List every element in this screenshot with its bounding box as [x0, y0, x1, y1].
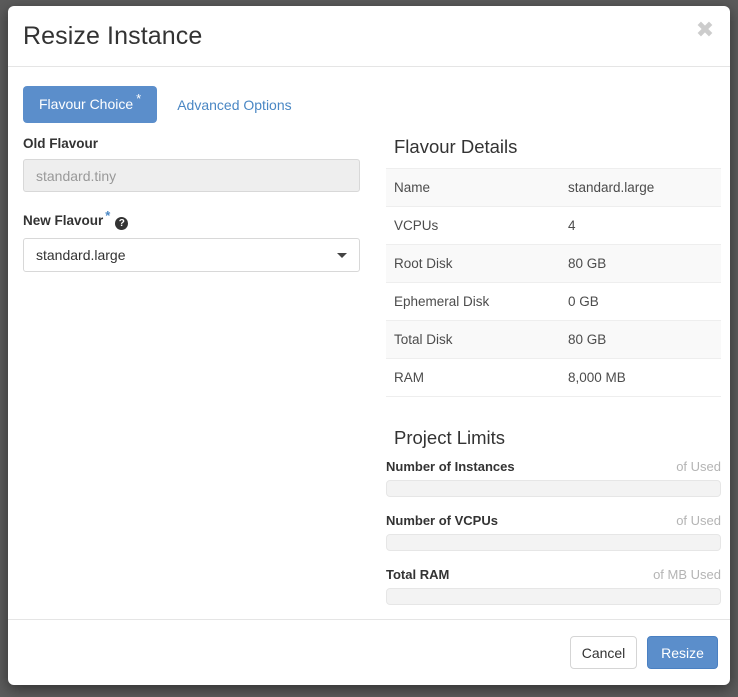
limit-label: Number of Instances [386, 459, 515, 474]
table-row: Total Disk 80 GB [386, 321, 721, 359]
new-flavour-select[interactable]: standard.large [23, 238, 360, 272]
detail-key: Name [386, 169, 568, 207]
detail-value: standard.large [568, 169, 721, 207]
flavour-details-title: Flavour Details [394, 136, 721, 158]
limit-head: Total RAM of MB Used [386, 567, 721, 582]
limit-used-text: of Used [676, 459, 721, 474]
detail-value: 8,000 MB [568, 359, 721, 397]
details-column: Flavour Details Name standard.large VCPU… [386, 136, 721, 621]
tab-bar: Flavour Choice* Advanced Options [23, 86, 306, 123]
table-row: Name standard.large [386, 169, 721, 207]
resize-instance-modal: Resize Instance ✖ Flavour Choice* Advanc… [8, 6, 730, 685]
limit-label: Number of VCPUs [386, 513, 498, 528]
new-flavour-label: New Flavour*? [23, 213, 368, 230]
flavour-details-body: Name standard.large VCPUs 4 Root Disk 80… [386, 169, 721, 397]
limit-used-text: of Used [676, 513, 721, 528]
detail-value: 80 GB [568, 321, 721, 359]
limit-row-vcpus: Number of VCPUs of Used [386, 513, 721, 551]
progress-bar [386, 534, 721, 551]
tab-flavour-choice[interactable]: Flavour Choice* [23, 86, 157, 123]
form-column: Old Flavour New Flavour*? standard.large [23, 136, 368, 293]
table-row: VCPUs 4 [386, 207, 721, 245]
limit-row-instances: Number of Instances of Used [386, 459, 721, 497]
required-marker: * [105, 208, 110, 223]
required-marker: * [136, 91, 141, 106]
cancel-button[interactable]: Cancel [570, 636, 637, 669]
old-flavour-label: Old Flavour [23, 136, 368, 151]
table-row: Ephemeral Disk 0 GB [386, 283, 721, 321]
page-title: Resize Instance [23, 22, 202, 51]
modal-header: Resize Instance ✖ [8, 6, 730, 67]
tab-flavour-choice-label: Flavour Choice [39, 96, 133, 112]
limit-label: Total RAM [386, 567, 449, 582]
progress-bar [386, 480, 721, 497]
tab-advanced-options[interactable]: Advanced Options [163, 87, 305, 123]
detail-value: 4 [568, 207, 721, 245]
detail-key: Ephemeral Disk [386, 283, 568, 321]
new-flavour-label-text: New Flavour [23, 213, 103, 228]
old-flavour-input [23, 159, 360, 192]
limit-used-text: of MB Used [653, 567, 721, 582]
new-flavour-select-wrap: standard.large [23, 238, 360, 272]
table-row: Root Disk 80 GB [386, 245, 721, 283]
detail-key: Root Disk [386, 245, 568, 283]
limit-head: Number of Instances of Used [386, 459, 721, 474]
help-circle-icon[interactable]: ? [115, 217, 128, 230]
flavour-details-table: Name standard.large VCPUs 4 Root Disk 80… [386, 168, 721, 397]
resize-button[interactable]: Resize [647, 636, 718, 669]
progress-bar [386, 588, 721, 605]
detail-key: RAM [386, 359, 568, 397]
old-flavour-field: Old Flavour [23, 136, 368, 192]
limit-row-total-ram: Total RAM of MB Used [386, 567, 721, 605]
project-limits-section: Project Limits Number of Instances of Us… [386, 427, 721, 605]
new-flavour-field: New Flavour*? standard.large [23, 213, 368, 272]
project-limits-title: Project Limits [394, 427, 721, 449]
table-row: RAM 8,000 MB [386, 359, 721, 397]
modal-footer: Cancel Resize [8, 619, 730, 685]
limit-head: Number of VCPUs of Used [386, 513, 721, 528]
detail-value: 80 GB [568, 245, 721, 283]
detail-value: 0 GB [568, 283, 721, 321]
detail-key: VCPUs [386, 207, 568, 245]
detail-key: Total Disk [386, 321, 568, 359]
close-icon[interactable]: ✖ [692, 18, 718, 44]
